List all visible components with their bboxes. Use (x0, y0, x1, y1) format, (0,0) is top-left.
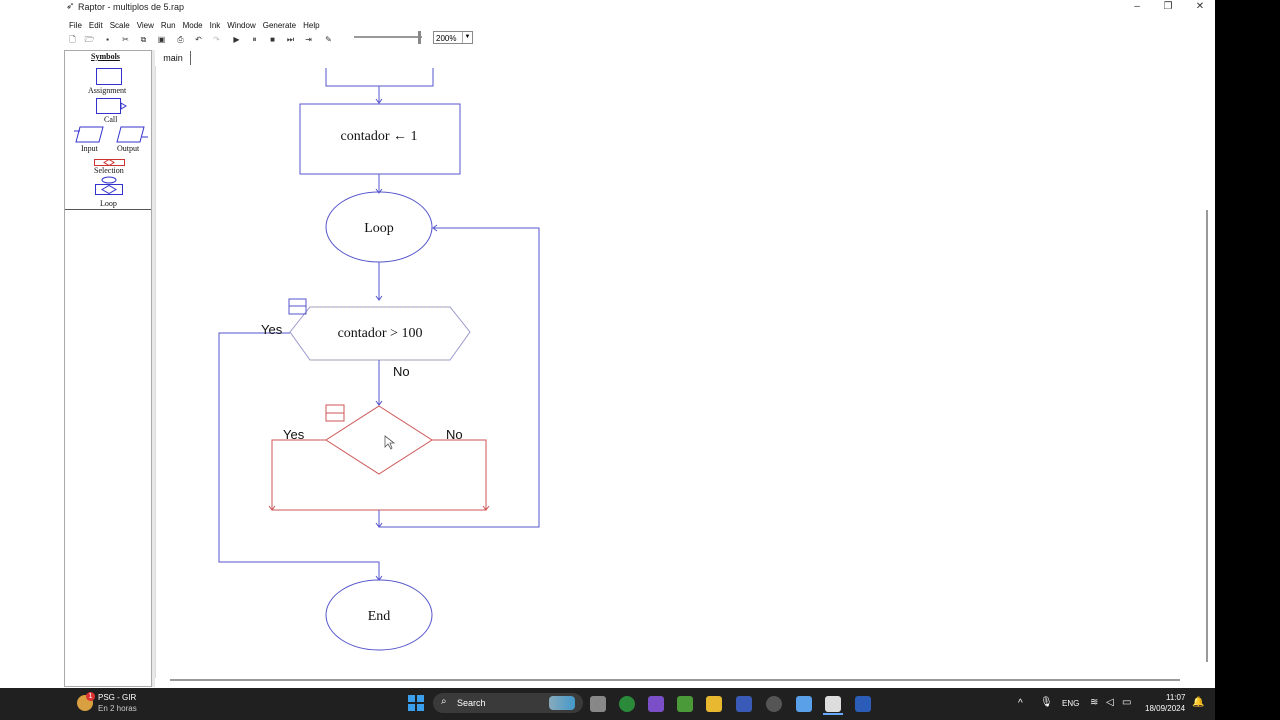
notification-badge: 1 (86, 692, 95, 701)
active-indicator (823, 713, 843, 715)
mouse-cursor-icon (384, 435, 396, 450)
chrome-icon[interactable] (619, 696, 635, 712)
language-indicator[interactable]: ENG (1062, 699, 1079, 708)
microphone-icon[interactable]: 🎙 (1040, 697, 1053, 708)
raptor-window: ➶ Raptor - multiplos de 5.rap – ❐ ✕ File… (0, 0, 1215, 720)
wifi-icon[interactable]: ≋ (1090, 697, 1098, 708)
flowchart-diagram: contador ← 1 Loop contador > 100 Yes No (218, 68, 540, 651)
weather-line1[interactable]: PSG - GIR (98, 693, 136, 702)
selection-yes-branch (271, 439, 326, 510)
raptor-taskbar-icon[interactable] (825, 696, 841, 712)
search-highlight-icon (549, 696, 575, 710)
chevron-up-icon[interactable]: ^ (1018, 698, 1023, 709)
settings-icon[interactable] (766, 696, 782, 712)
volume-icon[interactable]: ◁ (1106, 697, 1114, 708)
battery-icon[interactable]: ▭ (1122, 697, 1131, 708)
notepad-icon[interactable] (796, 696, 812, 712)
selection-no-branch (432, 439, 487, 510)
end-text: End (368, 609, 391, 624)
weather-line2: En 2 horas (98, 704, 137, 713)
taskbar (0, 688, 1215, 720)
search-icon: ⌕ (441, 696, 447, 707)
notification-bell-icon[interactable]: 🔔 (1192, 697, 1204, 708)
vscode-icon[interactable] (736, 696, 752, 712)
visual-studio-icon[interactable] (648, 696, 664, 712)
task-view-icon[interactable] (590, 696, 606, 712)
app-icon[interactable] (677, 696, 693, 712)
word-icon[interactable] (855, 696, 871, 712)
loop-yes-label: Yes (261, 322, 283, 337)
taskbar-search[interactable]: ⌕ Search (433, 693, 583, 713)
selection-yes-label: Yes (283, 427, 305, 442)
selection-no-label: No (446, 427, 463, 442)
loop-exit-path (218, 332, 380, 580)
assignment-text: contador ← 1 (341, 129, 418, 144)
previous-step-box[interactable] (325, 68, 434, 87)
clock-time[interactable]: 11:07 (1166, 693, 1185, 702)
loop-text: Loop (364, 221, 394, 236)
search-placeholder: Search (457, 698, 486, 708)
windows-start-icon[interactable] (408, 695, 424, 711)
clock-date[interactable]: 18/09/2024 (1145, 704, 1185, 713)
loop-no-label: No (393, 364, 410, 379)
selection-diamond[interactable] (325, 405, 433, 475)
loop-condition-text: contador > 100 (338, 326, 423, 341)
file-explorer-icon[interactable] (706, 696, 722, 712)
